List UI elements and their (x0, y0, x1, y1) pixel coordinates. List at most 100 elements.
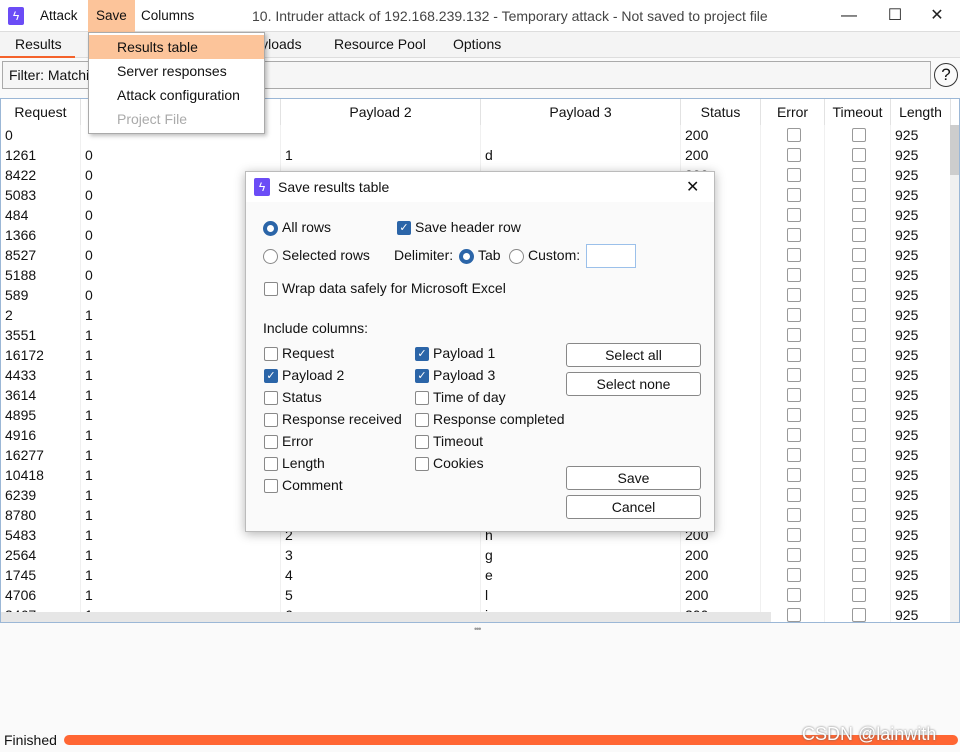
table-cell: 925 (891, 425, 951, 445)
table-cell: 1745 (1, 565, 81, 585)
table-cell: 925 (891, 165, 951, 185)
timeout-cell (825, 265, 891, 285)
table-cell: 925 (891, 145, 951, 165)
column-checkbox[interactable]: ✓ (415, 369, 429, 383)
checkbox (852, 388, 866, 402)
save-menu-dropdown: Results table Server responses Attack co… (88, 32, 265, 134)
cancel-button[interactable]: Cancel (566, 495, 701, 519)
column-checkbox[interactable]: ✓ (415, 347, 429, 361)
checkbox (787, 528, 801, 542)
checkbox (787, 268, 801, 282)
all-rows-radio[interactable] (263, 221, 278, 236)
table-cell: 5083 (1, 185, 81, 205)
column-checkbox-label: Response completed (433, 411, 565, 427)
table-row[interactable]: 2564 1 3 g 200 925 (1, 545, 951, 565)
dialog-close-icon[interactable]: ✕ (686, 177, 699, 197)
menu-attack[interactable]: Attack (32, 0, 86, 32)
column-checkbox[interactable] (415, 413, 429, 427)
error-cell (761, 385, 825, 405)
column-checkbox[interactable] (264, 479, 278, 493)
column-header[interactable]: Request (1, 99, 81, 125)
column-header[interactable]: Payload 2 (281, 99, 481, 125)
custom-delimiter-input[interactable] (586, 244, 636, 268)
table-cell: 1366 (1, 225, 81, 245)
selected-rows-label: Selected rows (282, 247, 370, 263)
table-cell: 925 (891, 345, 951, 365)
table-cell: 200 (681, 565, 761, 585)
timeout-cell (825, 305, 891, 325)
save-header-checkbox[interactable]: ✓ (397, 221, 411, 235)
maximize-button[interactable]: ☐ (872, 0, 918, 32)
column-checkbox[interactable] (264, 347, 278, 361)
column-checkbox[interactable] (264, 457, 278, 471)
column-checkbox-label: Time of day (433, 389, 506, 405)
checkbox (787, 588, 801, 602)
table-cell: 8422 (1, 165, 81, 185)
column-header[interactable]: Payload 3 (481, 99, 681, 125)
checkbox (787, 488, 801, 502)
column-header[interactable]: Status (681, 99, 761, 125)
tab-results[interactable]: Results (0, 32, 75, 58)
menu-save[interactable]: Save (88, 0, 135, 32)
vertical-scrollbar[interactable] (950, 125, 959, 622)
column-checkbox[interactable] (264, 413, 278, 427)
table-cell: 925 (891, 365, 951, 385)
table-row[interactable]: 1261 0 1 d 200 925 (1, 145, 951, 165)
splitter-handle[interactable]: ••• (474, 624, 482, 634)
select-all-button[interactable]: Select all (566, 343, 701, 367)
column-checkbox-label: Timeout (433, 433, 484, 449)
column-header[interactable]: Timeout (825, 99, 891, 125)
table-cell: 925 (891, 545, 951, 565)
close-button[interactable]: ✕ (914, 0, 960, 32)
select-none-button[interactable]: Select none (566, 372, 701, 396)
table-row[interactable]: 4706 1 5 l 200 925 (1, 585, 951, 605)
menu-item-server-responses[interactable]: Server responses (89, 59, 264, 83)
checkbox (852, 168, 866, 182)
tab-options[interactable]: Options (453, 32, 501, 58)
table-cell: 925 (891, 585, 951, 605)
table-cell: 925 (891, 525, 951, 545)
checkbox (852, 228, 866, 242)
menu-item-attack-configuration[interactable]: Attack configuration (89, 83, 264, 107)
dialog-title-bar: ϟ Save results table ✕ (246, 172, 714, 202)
error-cell (761, 325, 825, 345)
table-cell: 925 (891, 265, 951, 285)
column-checkbox[interactable] (415, 457, 429, 471)
help-icon[interactable]: ? (934, 63, 958, 87)
table-cell: 925 (891, 405, 951, 425)
column-checkbox-label: Comment (282, 477, 343, 493)
table-cell: 200 (681, 125, 761, 145)
column-header[interactable]: Length (891, 99, 951, 125)
custom-delimiter-radio[interactable] (509, 249, 524, 264)
table-row[interactable]: 1745 1 4 e 200 925 (1, 565, 951, 585)
checkbox (852, 268, 866, 282)
minimize-button[interactable]: — (826, 0, 872, 32)
column-checkbox[interactable] (415, 391, 429, 405)
vertical-scrollbar-thumb[interactable] (950, 125, 959, 175)
horizontal-scrollbar[interactable] (1, 612, 771, 622)
selected-rows-radio[interactable] (263, 249, 278, 264)
timeout-cell (825, 285, 891, 305)
tab-delimiter-radio[interactable] (459, 249, 474, 264)
error-cell (761, 465, 825, 485)
tab-resource-pool[interactable]: Resource Pool (334, 32, 426, 58)
checkbox (852, 508, 866, 522)
save-button[interactable]: Save (566, 466, 701, 490)
table-cell: l (481, 585, 681, 605)
column-checkbox[interactable] (264, 435, 278, 449)
timeout-cell (825, 185, 891, 205)
excel-wrap-checkbox[interactable] (264, 282, 278, 296)
timeout-cell (825, 505, 891, 525)
checkbox (852, 568, 866, 582)
menu-columns[interactable]: Columns (133, 0, 202, 32)
menu-item-results-table[interactable]: Results table (89, 35, 264, 59)
table-cell: g (481, 545, 681, 565)
table-cell: 0 (81, 145, 281, 165)
column-checkbox[interactable] (415, 435, 429, 449)
column-checkbox[interactable]: ✓ (264, 369, 278, 383)
column-checkbox[interactable] (264, 391, 278, 405)
column-header[interactable]: Error (761, 99, 825, 125)
column-checkbox-label: Payload 2 (282, 367, 345, 383)
status-text: Finished (4, 732, 57, 748)
include-columns-label: Include columns: (263, 320, 369, 336)
